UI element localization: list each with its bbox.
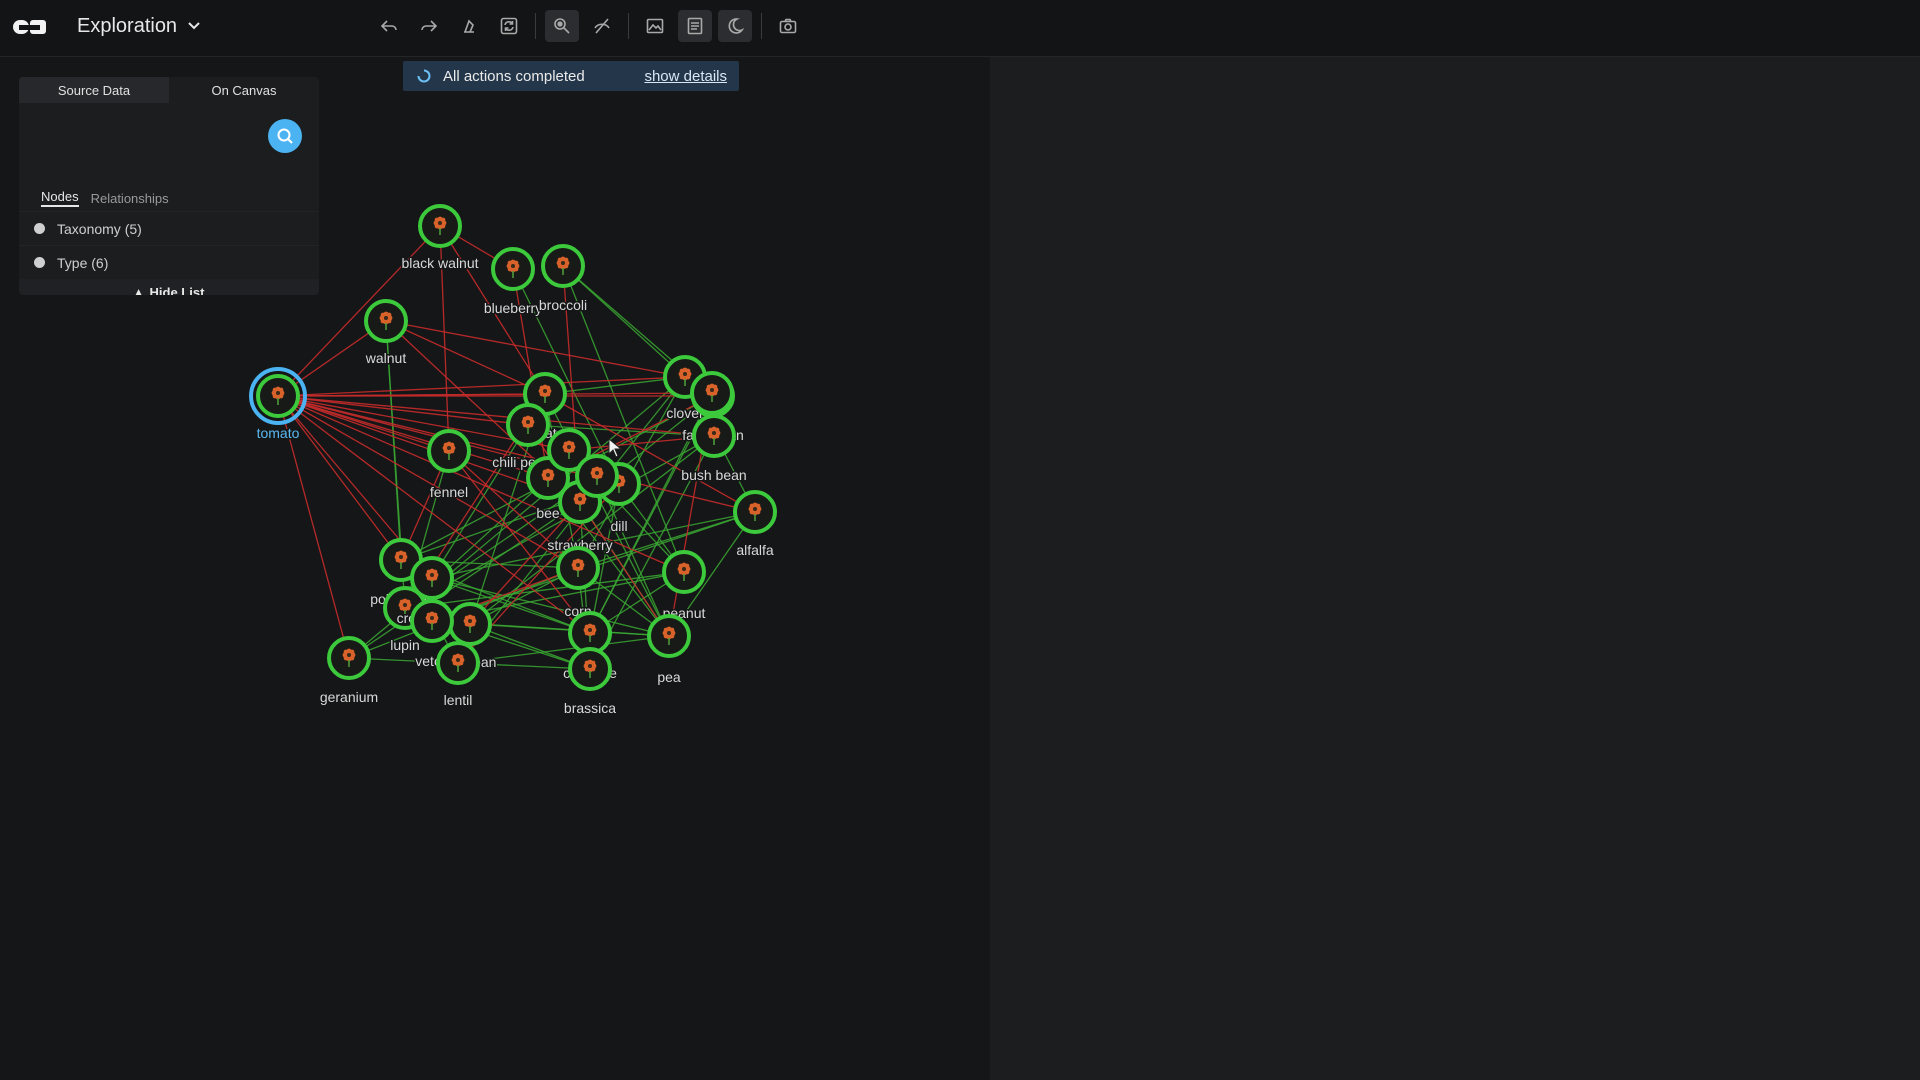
node-label: broccoli <box>539 297 587 313</box>
graph-canvas[interactable]: tomato black walnut blueberrybroccoli walnu… <box>0 0 1920 1080</box>
relationship-edge-red[interactable] <box>277 395 402 561</box>
node-label: fennel <box>430 484 468 500</box>
node-label: blueberry <box>484 300 542 316</box>
graph-node[interactable]: fennel <box>427 429 471 502</box>
mouse-cursor-icon <box>608 438 622 458</box>
graph-node[interactable]: black walnut <box>400 204 480 273</box>
node-label: tomato <box>257 425 300 441</box>
graph-node[interactable]: alfalfa <box>733 490 777 560</box>
node-label: walnut <box>365 350 407 366</box>
graph-node[interactable]: corn <box>556 546 600 621</box>
node-label: bush bean <box>681 467 746 483</box>
relationship-edge-red[interactable] <box>277 395 529 426</box>
graph-node[interactable]: pea <box>647 614 691 687</box>
node-label: dill <box>610 518 627 534</box>
node-label: geranium <box>320 689 378 705</box>
graph-node[interactable]: walnut <box>363 299 408 368</box>
node-label: black walnut <box>401 255 478 271</box>
graph-node[interactable]: geranium <box>318 636 380 707</box>
graph-node[interactable]: broccoli <box>537 244 589 315</box>
node-label: brassica <box>564 700 616 716</box>
graph-node[interactable]: tomato <box>249 367 307 443</box>
graph-node[interactable]: brassica <box>562 647 618 718</box>
relationship-edge-red[interactable] <box>277 225 441 397</box>
graph-node[interactable]: blueberry <box>482 247 544 318</box>
node-label: lupin <box>390 637 420 653</box>
node-label: pea <box>657 669 681 685</box>
graph-node[interactable]: lentil <box>436 641 480 710</box>
node-label: lentil <box>444 692 473 708</box>
relationship-edge-red[interactable] <box>385 320 686 378</box>
relationship-edge-red[interactable] <box>385 320 546 395</box>
graph-node[interactable]: peanut <box>661 550 707 623</box>
node-label: bee <box>536 505 560 521</box>
graph-edges <box>277 225 756 670</box>
graph-node[interactable] <box>690 371 734 415</box>
node-label: alfalfa <box>736 542 774 558</box>
graph-node[interactable] <box>575 454 619 498</box>
